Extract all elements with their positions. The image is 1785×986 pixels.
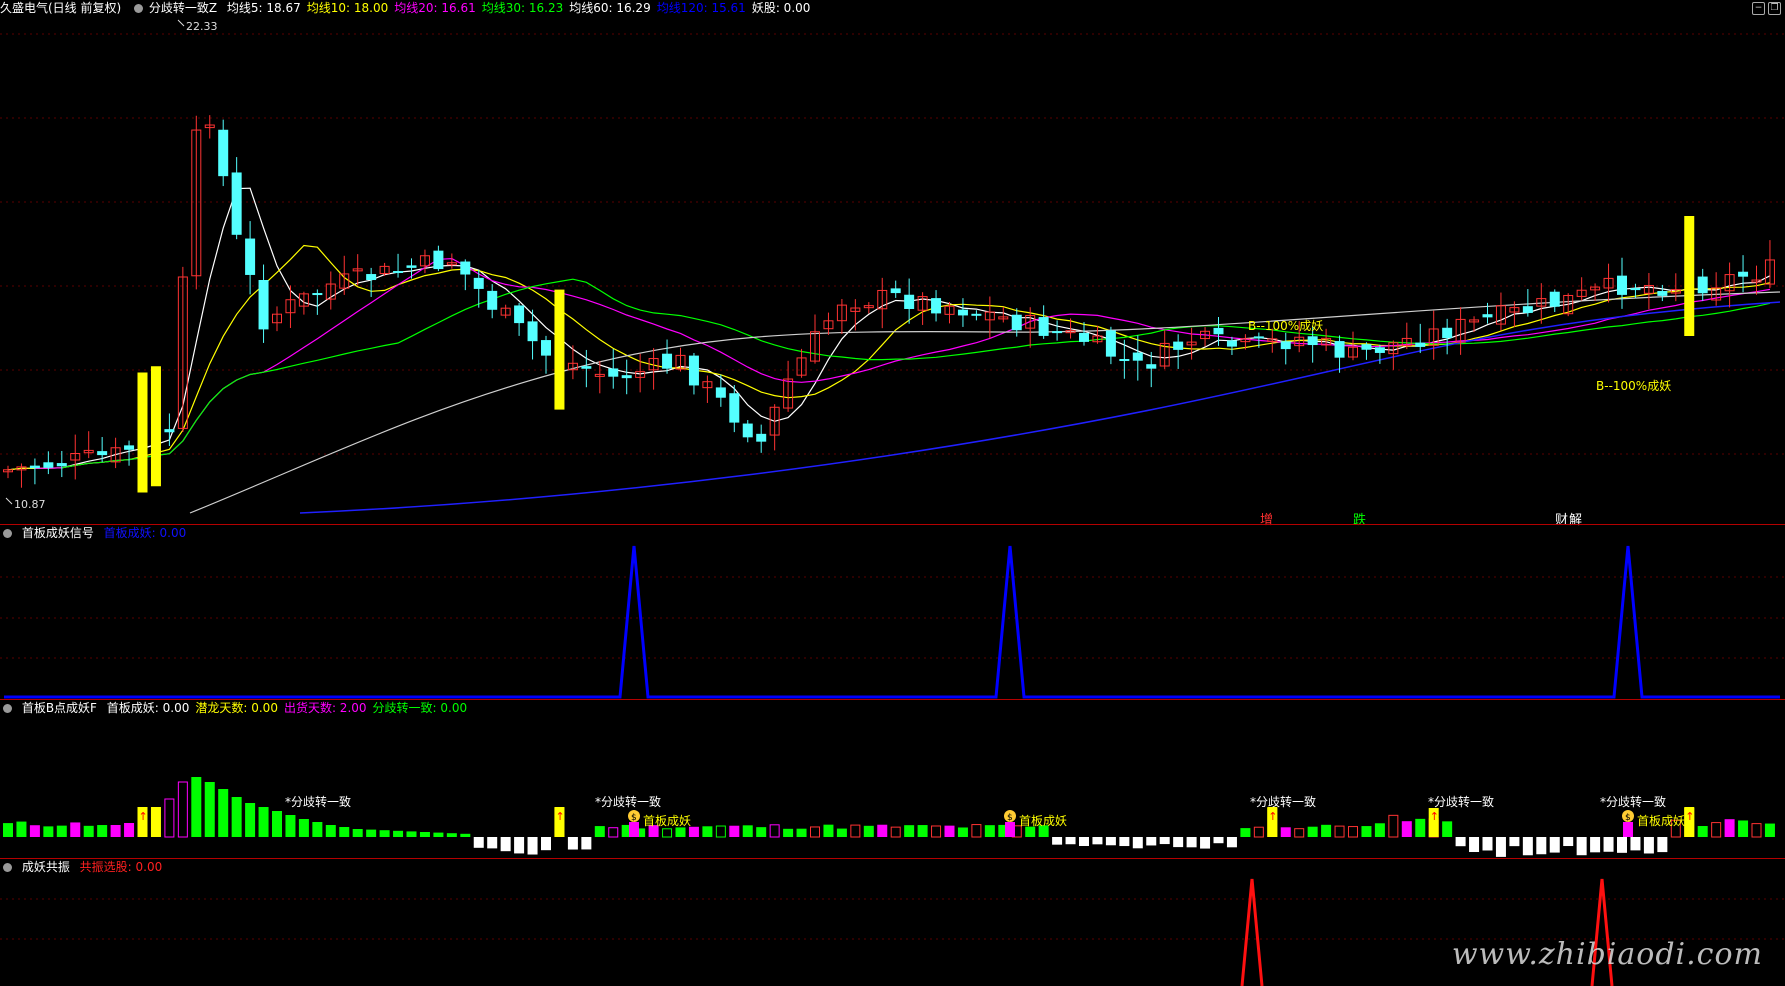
money-bag-glyph-2: $ <box>1625 813 1631 823</box>
ma-label-2: 均线20: 16.61 <box>394 1 476 15</box>
shouban-bar-1 <box>1005 822 1015 837</box>
main-chart-header: 久盛电气(日线 前复权) 分歧转一致Z 均线5: 18.67 均线10: 18.0… <box>0 0 822 16</box>
main-grid <box>0 33 1785 455</box>
resonance-panel-value: 共振选股: 0.00 <box>79 860 163 874</box>
histogram-label-0: 首板成妖: 0.00 <box>106 701 190 715</box>
histogram-bars <box>3 777 1775 857</box>
resonance-panel-header: 成妖共振 共振选股: 0.00 <box>0 859 168 875</box>
signal-panel-title[interactable]: 首板成妖信号 <box>22 526 94 540</box>
indicator-settings-icon-2[interactable] <box>3 529 12 538</box>
watermark: www.zhibiaodi.com <box>1451 937 1763 972</box>
high-price-marker: 22.33 <box>177 19 218 33</box>
fenqi-arrow-4: ↑ <box>1685 810 1694 823</box>
shouban-marker-0: 首板成妖 <box>643 814 691 828</box>
high-price-label: 22.33 <box>186 20 218 33</box>
moving-average-lines <box>7 187 1781 514</box>
ma-legend: 均线5: 18.67 均线10: 18.00 均线20: 16.61 均线30: 16… <box>227 1 817 15</box>
histogram-label-3: 分歧转一致: 0.00 <box>372 701 468 715</box>
shouban-marker-1: 首板成妖 <box>1019 814 1067 828</box>
shouban-marker-2: 首板成妖 <box>1637 814 1685 828</box>
fenqi-arrow-1: ↑ <box>555 810 564 823</box>
money-bag-glyph-0: $ <box>631 813 637 823</box>
histogram-label-1: 潜龙天数: 0.00 <box>195 701 278 715</box>
stock-title[interactable]: 久盛电气(日线 前复权) <box>0 1 121 15</box>
histogram-panel-header: 首板B点成妖F 首板成妖: 0.00 潜龙天数: 0.00 出货天数: 2.00 分歧… <box>0 700 479 716</box>
signal-panel-value: 首板成妖: 0.00 <box>103 526 187 540</box>
ma-label-5: 均线120: 15.61 <box>656 1 746 15</box>
fenqi-arrow-0: ↑ <box>139 810 148 823</box>
fenqi-arrow-3: ↑ <box>1430 810 1439 823</box>
ma-label-0: 均线5: 18.67 <box>226 1 301 15</box>
low-price-label: 10.87 <box>14 498 46 511</box>
fenqi-marker-4: *分歧转一致 <box>1600 794 1666 809</box>
indicator-settings-icon-3[interactable] <box>3 704 12 713</box>
fenqi-arrow-2: ↑ <box>1268 810 1277 823</box>
ma-label-3: 均线30: 16.23 <box>481 1 564 15</box>
fenqi-marker-0: *分歧转一致 <box>285 794 351 809</box>
indicator-name[interactable]: 分歧转一致Z <box>149 1 217 15</box>
candlestick-chart[interactable]: 22.33 10.87 B--100%成妖 B--100%成妖 <box>0 0 1785 520</box>
ma-label-1: 均线10: 18.00 <box>306 1 389 15</box>
shouban-bar-0 <box>629 822 639 837</box>
histogram-label-2: 出货天数: 2.00 <box>283 701 367 715</box>
resonance-panel-title[interactable]: 成妖共振 <box>22 860 70 874</box>
shouban-bar-2 <box>1623 822 1633 837</box>
low-price-marker: 10.87 <box>5 497 46 511</box>
histogram-panel-title[interactable]: 首板B点成妖F <box>22 701 97 715</box>
indicator-settings-icon-4[interactable] <box>3 863 12 872</box>
histogram-panel[interactable]: 首板B点成妖F 首板成妖: 0.00 潜龙天数: 0.00 出货天数: 2.00 分歧… <box>0 700 1785 858</box>
fenqi-marker-3: *分歧转一致 <box>1428 794 1494 809</box>
shouban-signal-line <box>4 545 1780 699</box>
money-bag-glyph-1: $ <box>1007 813 1013 823</box>
buy-signal-label-2: B--100%成妖 <box>1596 379 1671 393</box>
histogram-legend: 首板成妖: 0.00 潜龙天数: 0.00 出货天数: 2.00 分歧转一致: 0.0… <box>107 701 473 715</box>
fenqi-marker-2: *分歧转一致 <box>1250 794 1316 809</box>
ma-label-4: 均线60: 16.29 <box>569 1 651 15</box>
buy-signal-label-1: B--100%成妖 <box>1248 319 1323 333</box>
signal-line-chart[interactable] <box>0 525 1785 699</box>
ma-label-6: 妖股: 0.00 <box>751 1 811 15</box>
histogram-chart[interactable]: *分歧转一致↑*分歧转一致↑*分歧转一致↑*分歧转一致↑*分歧转一致↑$ 首板成妖… <box>0 700 1785 858</box>
signal-panel-header: 首板成妖信号 首板成妖: 0.00 <box>0 525 192 541</box>
indicator-settings-icon[interactable] <box>134 4 144 13</box>
main-chart-panel[interactable]: 久盛电气(日线 前复权) 分歧转一致Z 均线5: 18.67 均线10: 18.0… <box>0 0 1785 528</box>
fenqi-marker-1: *分歧转一致 <box>595 794 661 809</box>
signal-panel[interactable]: 首板成妖信号 首板成妖: 0.00 <box>0 525 1785 699</box>
